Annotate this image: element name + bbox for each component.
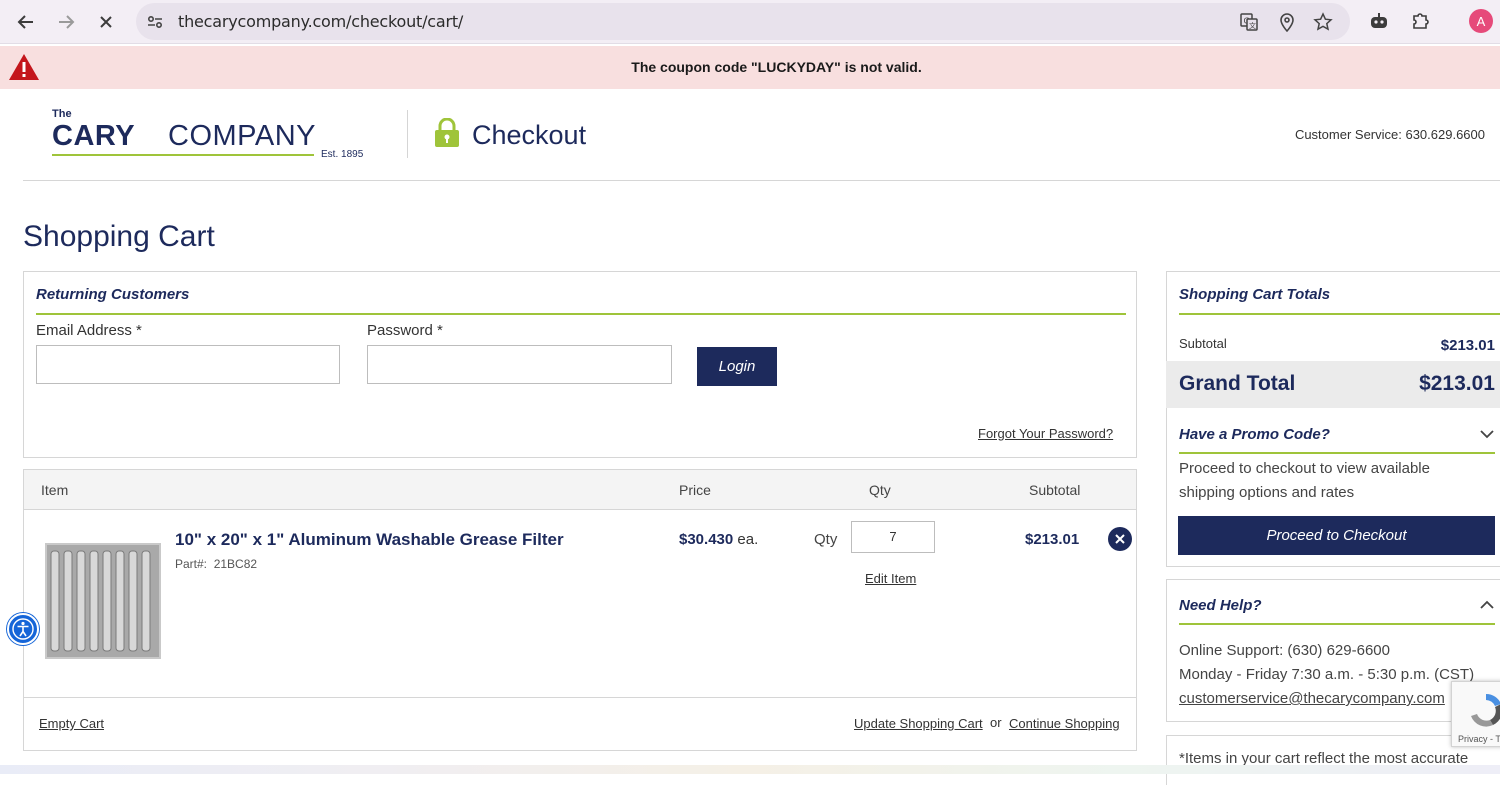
chevron-up-icon[interactable] (1479, 599, 1495, 611)
back-icon[interactable] (12, 8, 40, 36)
cart-table-header: Item Price Qty Subtotal (24, 470, 1136, 510)
url-text[interactable]: thecarycompany.com/checkout/cart/ (178, 12, 463, 31)
cart-panel (23, 469, 1137, 751)
grand-total-row: Grand Total $213.01 (1166, 361, 1500, 408)
support-email-link[interactable]: customerservice@thecarycompany.com (1179, 687, 1445, 711)
accessibility-icon (12, 618, 34, 640)
password-field[interactable] (367, 345, 672, 384)
support-hours: Monday - Friday 7:30 a.m. - 5:30 p.m. (C… (1179, 666, 1475, 683)
empty-cart-link[interactable]: Empty Cart (39, 716, 104, 731)
remove-item-button[interactable] (1108, 527, 1132, 551)
translate-icon[interactable]: G文 (1238, 11, 1260, 33)
product-name-link[interactable]: 10" x 20" x 1" Aluminum Washable Grease … (175, 530, 564, 550)
checkout-title: Checkout (472, 120, 587, 150)
svg-text:文: 文 (1249, 21, 1256, 30)
part-number-value: 21BC82 (213, 557, 258, 571)
column-header-qty: Qty (869, 482, 891, 498)
forward-icon[interactable] (52, 8, 80, 36)
bookmark-star-icon[interactable] (1312, 11, 1334, 33)
logo-cary: CARY (52, 120, 136, 152)
item-price: $30.430 ea. (679, 531, 758, 548)
part-number-label: Part#: (175, 557, 208, 571)
proceed-to-checkout-button[interactable]: Proceed to Checkout (1178, 516, 1495, 555)
header-divider (407, 110, 408, 158)
lock-icon (435, 118, 459, 147)
forgot-password-link[interactable]: Forgot Your Password? (978, 426, 1113, 441)
grand-total-label: Grand Total (1179, 372, 1296, 395)
need-help-toggle[interactable]: Need Help? (1179, 597, 1262, 614)
site-info-icon[interactable] (144, 11, 166, 33)
heading-underline (36, 313, 1126, 315)
password-label: Password * (367, 322, 443, 339)
close-icon (1115, 534, 1125, 544)
login-button[interactable]: Login (697, 347, 777, 386)
continue-shopping-link[interactable]: Continue Shopping (1009, 716, 1120, 731)
address-bar[interactable]: thecarycompany.com/checkout/cart/ G文 (136, 3, 1350, 40)
error-message: The coupon code "LUCKYDAY" is not valid. (631, 59, 922, 75)
grease-filter-image[interactable] (45, 543, 161, 659)
or-text: or (990, 715, 1002, 730)
quantity-input[interactable]: 7 (851, 521, 935, 553)
column-header-subtotal: Subtotal (1029, 482, 1081, 498)
coupon-error-banner: The coupon code "LUCKYDAY" is not valid. (0, 46, 1500, 89)
email-label: Email Address * (36, 322, 142, 339)
cart-footer-divider (24, 697, 1136, 698)
recaptcha-badge[interactable]: Privacy - T (1451, 681, 1500, 747)
online-support-phone: Online Support: (630) 629-6600 (1179, 642, 1390, 659)
subtotal-value: $213.01 (1440, 337, 1495, 354)
email-field[interactable] (36, 345, 340, 384)
chevron-down-icon[interactable] (1479, 428, 1495, 440)
item-price-value: $30.430 (679, 531, 734, 548)
edit-item-link[interactable]: Edit Item (865, 571, 916, 586)
recaptcha-privacy-text[interactable]: Privacy - T (1458, 734, 1500, 744)
column-header-price: Price (679, 482, 711, 498)
extensions-puzzle-icon[interactable] (1407, 8, 1433, 34)
stop-loading-icon[interactable] (92, 8, 120, 36)
customer-service-phone: Customer Service: 630.629.6600 (1294, 127, 1485, 142)
part-number: Part#: 21BC82 (175, 557, 257, 571)
location-icon[interactable] (1276, 11, 1298, 33)
bottom-edge-strip (0, 765, 1500, 774)
logo-company: COMPANY (168, 120, 316, 152)
returning-customers-heading: Returning Customers (36, 286, 190, 303)
promo-code-toggle[interactable]: Have a Promo Code? (1179, 426, 1330, 443)
logo-est: Est. 1895 (321, 149, 364, 160)
page-title: Shopping Cart (23, 220, 215, 253)
recaptcha-icon (1471, 693, 1500, 727)
item-price-unit: ea. (737, 531, 759, 548)
browser-toolbar: thecarycompany.com/checkout/cart/ G文 A (0, 0, 1500, 44)
cary-company-logo[interactable]: The CARY COMPANY Est. 1895 (52, 108, 382, 164)
qty-label: Qty (814, 531, 838, 548)
grand-total-value: $213.01 (1419, 372, 1495, 395)
logo-the: The (52, 108, 72, 120)
item-subtotal: $213.01 (1025, 531, 1080, 548)
column-header-item: Item (41, 482, 69, 498)
subtotal-label: Subtotal (1179, 336, 1227, 351)
totals-underline (1179, 313, 1500, 315)
promo-underline (1179, 452, 1495, 454)
help-underline (1179, 623, 1495, 625)
extension-robot-icon[interactable] (1366, 8, 1392, 34)
profile-avatar[interactable]: A (1469, 9, 1493, 33)
header-divider-line (23, 180, 1500, 181)
logo-underline (52, 154, 314, 156)
shipping-note: Proceed to checkout to view available sh… (1179, 460, 1430, 501)
update-cart-link[interactable]: Update Shopping Cart (854, 716, 983, 731)
cart-totals-heading: Shopping Cart Totals (1179, 286, 1331, 303)
accessibility-button[interactable] (7, 613, 39, 645)
